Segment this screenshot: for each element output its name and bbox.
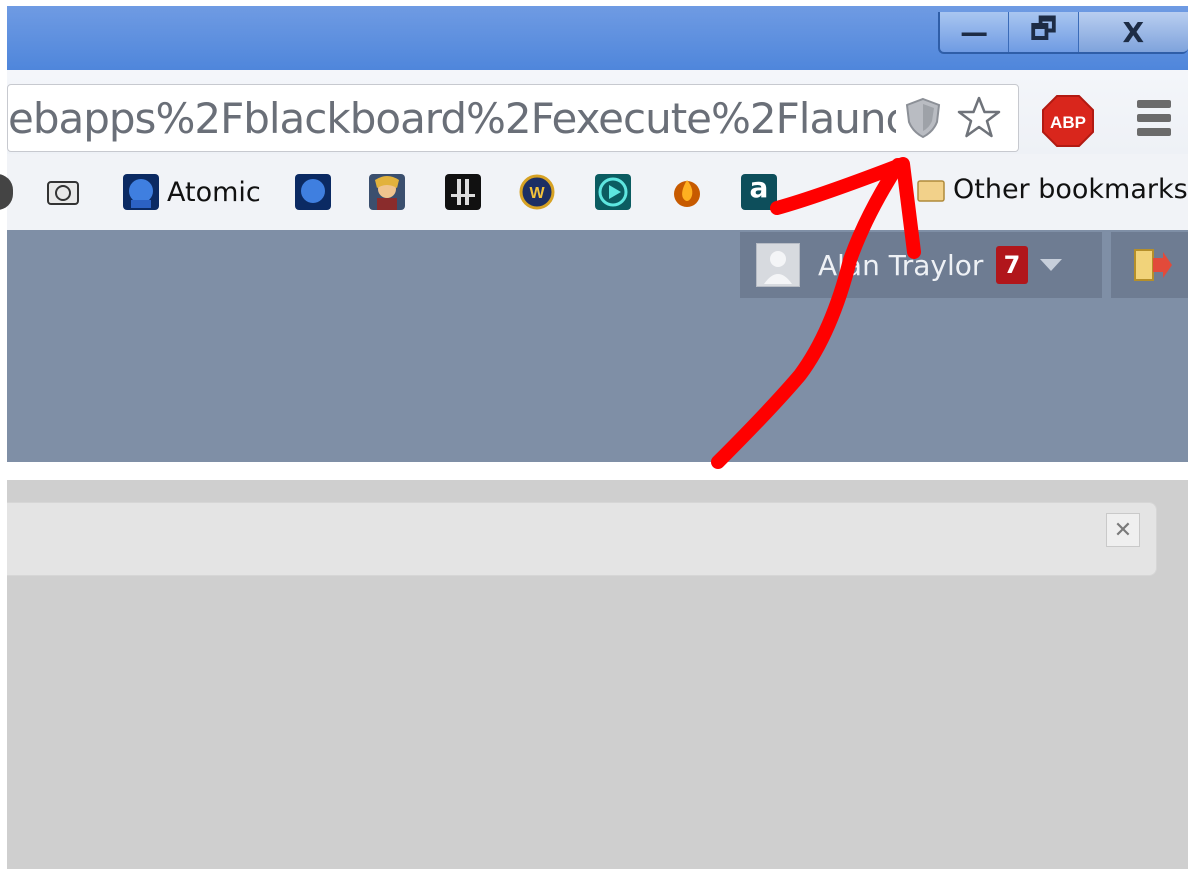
- wow-icon: W: [519, 174, 555, 210]
- menu-bar-1: [1137, 100, 1171, 108]
- abp-label: ABP: [1050, 113, 1086, 132]
- logout-button[interactable]: [1111, 232, 1188, 298]
- bookmark-atomic[interactable]: Atomic: [123, 174, 261, 210]
- bookmark-partial[interactable]: [0, 174, 13, 210]
- site-header: Alan Traylor 7: [7, 230, 1188, 462]
- window-controls: — 🗗 X: [938, 12, 1188, 54]
- divider-strip: [7, 462, 1188, 480]
- menu-bar-3: [1137, 128, 1171, 136]
- user-name[interactable]: Alan Traylor: [818, 249, 996, 282]
- svg-text:W: W: [529, 185, 545, 202]
- minimize-button[interactable]: —: [940, 12, 1010, 52]
- close-icon: X: [1122, 15, 1145, 49]
- bookmark-star-icon[interactable]: [956, 95, 1002, 141]
- chevron-down-icon[interactable]: [1040, 259, 1062, 271]
- bookmark-tower[interactable]: [445, 174, 481, 210]
- other-bookmarks[interactable]: Other bookmarks: [917, 174, 1188, 205]
- browser-toolbar: ebapps%2Fblackboard%2Fexecute%2Flaunche …: [7, 70, 1188, 154]
- restore-icon: 🗗: [1030, 12, 1057, 45]
- shield-icon[interactable]: [902, 96, 944, 140]
- bookmark-flame[interactable]: [669, 174, 705, 210]
- url-text[interactable]: ebapps%2Fblackboard%2Fexecute%2Flaunche: [8, 94, 896, 143]
- bookmark-camera[interactable]: [45, 174, 81, 210]
- main-content: ✕: [7, 480, 1188, 869]
- menu-button[interactable]: [1137, 100, 1171, 140]
- title-bar: — 🗗 X: [7, 6, 1188, 70]
- bookmark-blue-face[interactable]: [295, 174, 331, 210]
- camera-icon: [47, 181, 79, 205]
- notice-close-button[interactable]: ✕: [1106, 513, 1140, 547]
- adblock-plus-icon[interactable]: ABP: [1041, 94, 1095, 148]
- hero-portrait-icon: [369, 174, 405, 210]
- address-bar[interactable]: ebapps%2Fblackboard%2Fexecute%2Flaunche: [7, 84, 1019, 152]
- bookmarks-bar: Atomic W a Other bookmarks: [0, 154, 1188, 231]
- bookmark-play[interactable]: [595, 174, 631, 210]
- bookmark-wow[interactable]: W: [519, 174, 555, 210]
- close-icon: ✕: [1113, 517, 1133, 543]
- close-button[interactable]: X: [1078, 12, 1188, 52]
- avatar-icon: [756, 243, 800, 287]
- play-circle-icon: [595, 174, 631, 210]
- notice-bar: ✕: [7, 502, 1157, 576]
- bookmark-amazon[interactable]: a: [741, 174, 777, 210]
- user-menu[interactable]: Alan Traylor 7: [740, 232, 1102, 298]
- notification-badge[interactable]: 7: [996, 246, 1028, 284]
- partial-bookmark-icon: [0, 174, 13, 210]
- bookmark-label-atomic: Atomic: [167, 176, 261, 208]
- bookmark-hero[interactable]: [369, 174, 405, 210]
- atomic-icon: [123, 174, 159, 210]
- folder-icon: [917, 179, 945, 202]
- flame-icon: [674, 180, 700, 207]
- amazon-icon: a: [741, 174, 777, 210]
- restore-button[interactable]: 🗗: [1009, 12, 1079, 52]
- blue-face-icon: [295, 174, 331, 210]
- minimize-icon: —: [960, 15, 989, 49]
- tower-icon: [445, 174, 481, 210]
- other-bookmarks-label: Other bookmarks: [953, 174, 1188, 205]
- browser-window: — 🗗 X ebapps%2Fblackboard%2Fexecute%2Fla…: [0, 0, 1188, 869]
- menu-bar-2: [1137, 114, 1171, 122]
- logout-icon: [1134, 249, 1172, 281]
